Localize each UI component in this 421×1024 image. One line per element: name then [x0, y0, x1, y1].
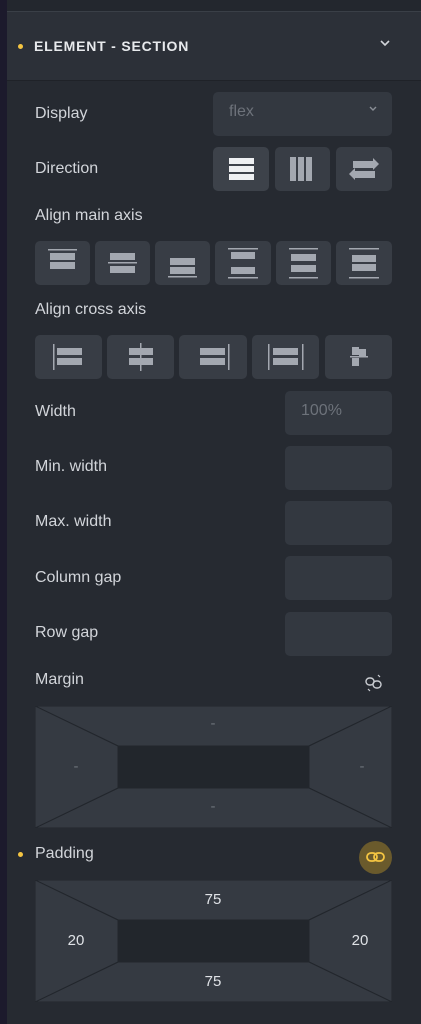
margin-left-value: - — [73, 758, 79, 775]
align-cross-baseline-button[interactable] — [325, 335, 392, 379]
padding-label: Padding — [35, 845, 94, 862]
stretch-icon — [268, 344, 304, 370]
align-start-icon — [48, 249, 77, 269]
link-icon — [366, 852, 385, 862]
display-label: Display — [35, 105, 88, 122]
panel-top-strip — [7, 0, 421, 12]
direction-row-button[interactable] — [213, 147, 269, 191]
margin-bottom-value: - — [210, 798, 216, 815]
padding-center — [118, 920, 309, 962]
rows-icon — [229, 158, 254, 180]
space-between-icon — [228, 248, 258, 279]
align-center-icon — [108, 253, 137, 273]
align-middle-icon — [129, 343, 153, 371]
min-width-label: Min. width — [35, 458, 108, 475]
align-main-center-button[interactable] — [95, 241, 150, 285]
direction-column-button[interactable] — [275, 147, 330, 191]
max-width-input[interactable] — [285, 501, 392, 545]
padding-box: 75 20 75 20 — [35, 880, 392, 1002]
chevron-down-icon[interactable] — [379, 37, 391, 52]
max-width-label: Max. width — [35, 513, 112, 530]
width-label: Width — [35, 403, 76, 420]
align-main-end-button[interactable] — [155, 241, 210, 285]
padding-top-value: 75 — [204, 891, 222, 908]
margin-box: - - - - — [35, 706, 392, 828]
padding-right-value: 20 — [351, 932, 369, 949]
reverse-icon — [349, 158, 379, 180]
align-cross-label: Align cross axis — [35, 301, 147, 318]
space-around-icon — [289, 248, 318, 279]
align-right-icon — [200, 344, 230, 370]
padding-bottom-value: 75 — [204, 973, 222, 990]
direction-reverse-button[interactable] — [336, 147, 392, 191]
align-main-space-between-button[interactable] — [215, 241, 271, 285]
align-cross-center-button[interactable] — [107, 335, 174, 379]
settings-panel: ELEMENT - SECTION Display flex Direction — [7, 0, 421, 1024]
align-main-label: Align main axis — [35, 207, 143, 224]
align-main-space-around-button[interactable] — [276, 241, 331, 285]
display-select[interactable]: flex — [213, 92, 392, 136]
row-gap-input[interactable] — [285, 612, 392, 656]
margin-center — [118, 746, 309, 788]
align-cross-end-button[interactable] — [179, 335, 247, 379]
margin-top-value: - — [210, 715, 216, 732]
direction-label: Direction — [35, 160, 99, 177]
align-end-icon — [168, 258, 197, 278]
margin-label: Margin — [35, 671, 84, 688]
align-main-start-button[interactable] — [35, 241, 90, 285]
column-gap-input[interactable] — [285, 556, 392, 600]
width-input-placeholder: 100% — [301, 402, 342, 419]
padding-left-value: 20 — [67, 932, 85, 949]
canvas-edge — [0, 0, 7, 1024]
baseline-icon — [350, 347, 368, 366]
padding-modified-dot — [18, 852, 23, 857]
row-gap-label: Row gap — [35, 624, 99, 641]
align-cross-start-button[interactable] — [35, 335, 102, 379]
align-main-space-evenly-button[interactable] — [336, 241, 392, 285]
space-evenly-icon — [349, 248, 379, 279]
section-modified-dot — [18, 44, 23, 49]
margin-right-value: - — [359, 758, 365, 775]
link-button[interactable] — [359, 841, 392, 874]
section-header[interactable]: ELEMENT - SECTION — [7, 12, 421, 81]
unlink-icon[interactable] — [364, 673, 384, 698]
min-width-input[interactable] — [285, 446, 392, 490]
chevron-down-icon — [368, 104, 378, 117]
columns-icon — [290, 157, 312, 181]
align-left-icon — [53, 344, 82, 370]
align-cross-stretch-button[interactable] — [252, 335, 319, 379]
width-input[interactable]: 100% — [285, 391, 392, 435]
display-select-value: flex — [229, 103, 254, 120]
section-title: ELEMENT - SECTION — [34, 38, 190, 54]
column-gap-label: Column gap — [35, 569, 122, 586]
